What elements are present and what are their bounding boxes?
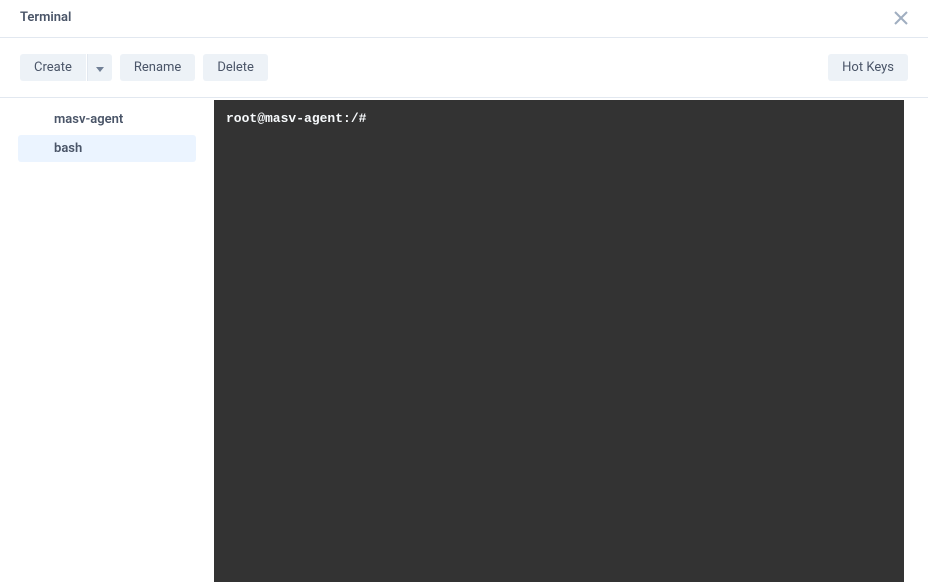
- close-icon[interactable]: [894, 11, 908, 25]
- delete-button[interactable]: Delete: [203, 54, 268, 81]
- hotkeys-button[interactable]: Hot Keys: [828, 54, 908, 81]
- session-list: masv-agent bash: [0, 98, 214, 582]
- rename-button[interactable]: Rename: [120, 54, 195, 81]
- create-button[interactable]: Create: [20, 54, 86, 81]
- terminal-prompt: root@masv-agent:/#: [226, 110, 892, 128]
- page-title: Terminal: [20, 10, 71, 25]
- chevron-down-icon: [96, 60, 104, 75]
- toolbar-right: Hot Keys: [828, 54, 908, 81]
- toolbar: Create Rename Delete Hot Keys: [0, 38, 928, 98]
- content: masv-agent bash root@masv-agent:/#: [0, 98, 928, 582]
- header: Terminal: [0, 0, 928, 38]
- terminal-output[interactable]: root@masv-agent:/#: [214, 100, 904, 582]
- create-dropdown-toggle[interactable]: [87, 54, 112, 81]
- toolbar-left: Create Rename Delete: [20, 54, 268, 81]
- terminal-area: root@masv-agent:/#: [214, 100, 904, 582]
- create-button-group: Create: [20, 54, 112, 81]
- session-item-masv-agent[interactable]: masv-agent: [18, 106, 196, 133]
- session-item-bash[interactable]: bash: [18, 135, 196, 162]
